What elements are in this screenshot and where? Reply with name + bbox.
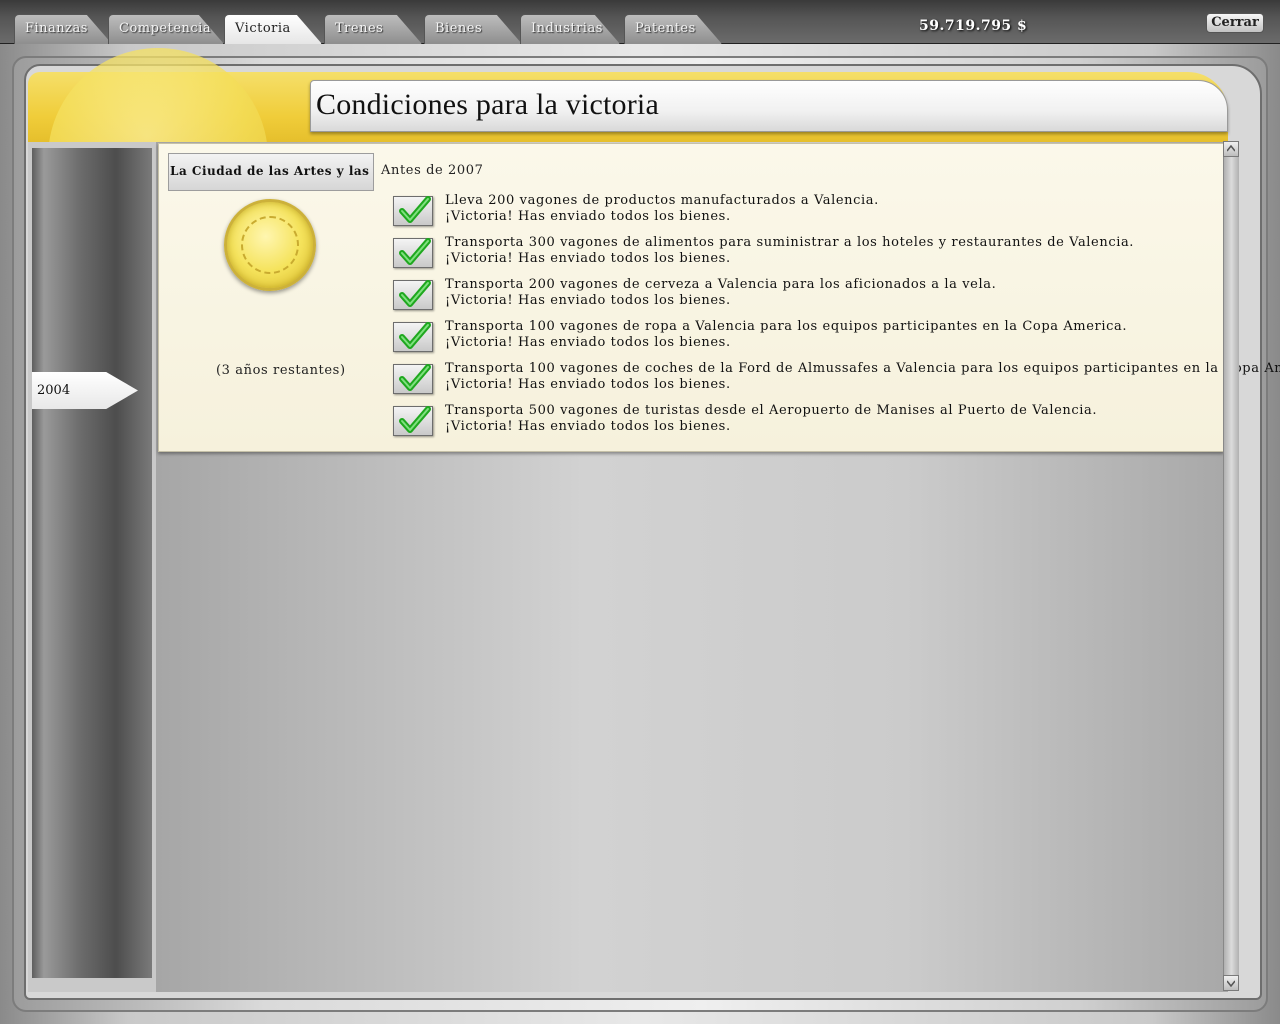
deadline-label: Antes de 2007: [381, 163, 484, 178]
timeline-track: [28, 142, 156, 992]
tab-finanzas[interactable]: Finanzas: [14, 14, 112, 44]
goal-task: Transporta 100 vagones de coches de la F…: [445, 361, 1280, 376]
tab-bienes[interactable]: Bienes: [424, 14, 522, 44]
tab-industrias[interactable]: Industrias: [520, 14, 620, 44]
goal-status: ¡Victoria! Has enviado todos los bienes.: [445, 419, 731, 434]
goal-item: Transporta 200 vagones de cerveza a Vale…: [393, 277, 1213, 319]
goal-status: ¡Victoria! Has enviado todos los bienes.: [445, 209, 731, 224]
check-icon: [399, 196, 431, 223]
medal-wreath: [241, 216, 299, 274]
goal-text: Lleva 200 vagones de productos manufactu…: [445, 193, 879, 225]
goal-text: Transporta 300 vagones de alimentos para…: [445, 235, 1134, 267]
goal-text: Transporta 100 vagones de coches de la F…: [445, 361, 1280, 393]
goal-checkbox: [393, 406, 433, 436]
check-icon: [399, 406, 431, 433]
scroll-down-button[interactable]: [1223, 975, 1239, 991]
goal-task: Transporta 500 vagones de turistas desde…: [445, 403, 1098, 418]
goal-task: Transporta 300 vagones de alimentos para…: [445, 235, 1135, 250]
check-icon: [399, 238, 431, 265]
money-balance: 59.719.795 $: [919, 18, 1028, 34]
goal-item: Transporta 500 vagones de turistas desde…: [393, 403, 1213, 445]
goal-item: Transporta 100 vagones de ropa a Valenci…: [393, 319, 1213, 361]
tab-competencia[interactable]: Competencia: [108, 14, 224, 44]
scrollbar-track[interactable]: [1223, 157, 1239, 975]
goal-checkbox: [393, 238, 433, 268]
goal-checkbox: [393, 364, 433, 394]
goal-item: Lleva 200 vagones de productos manufactu…: [393, 193, 1213, 235]
top-bar: Finanzas Competencia Victoria Trenes Bie…: [0, 0, 1280, 44]
medal-icon: [224, 199, 316, 291]
goal-status: ¡Victoria! Has enviado todos los bienes.: [445, 335, 731, 350]
goal-text: Transporta 200 vagones de cerveza a Vale…: [445, 277, 996, 309]
goal-task: Transporta 100 vagones de ropa a Valenci…: [445, 319, 1128, 334]
goal-item: Transporta 300 vagones de alimentos para…: [393, 235, 1213, 277]
chevron-up-icon: [1227, 145, 1235, 152]
goal-status: ¡Victoria! Has enviado todos los bienes.: [445, 377, 731, 392]
goal-status: ¡Victoria! Has enviado todos los bienes.: [445, 251, 731, 266]
goal-checkbox: [393, 196, 433, 226]
check-icon: [399, 322, 431, 349]
goal-task: Lleva 200 vagones de productos manufactu…: [445, 193, 879, 208]
tab-trenes[interactable]: Trenes: [324, 14, 422, 44]
goal-text: Transporta 500 vagones de turistas desde…: [445, 403, 1097, 435]
goal-task: Transporta 200 vagones de cerveza a Vale…: [445, 277, 997, 292]
chevron-down-icon: [1227, 980, 1235, 987]
years-remaining: (3 años restantes): [216, 363, 346, 378]
goal-item: Transporta 100 vagones de coches de la F…: [393, 361, 1280, 403]
close-button[interactable]: Cerrar: [1206, 13, 1264, 33]
goal-checkbox: [393, 322, 433, 352]
goal-status: ¡Victoria! Has enviado todos los bienes.: [445, 293, 731, 308]
tab-patentes[interactable]: Patentes: [624, 14, 722, 44]
scenario-tab[interactable]: La Ciudad de las Artes y las Ciencias: [168, 153, 374, 191]
goal-text: Transporta 100 vagones de ropa a Valenci…: [445, 319, 1127, 351]
page-title: Condiciones para la victoria: [316, 88, 659, 121]
check-icon: [399, 280, 431, 307]
check-icon: [399, 364, 431, 391]
tab-victoria[interactable]: Victoria: [224, 14, 322, 44]
scroll-up-button[interactable]: [1223, 141, 1239, 157]
goal-checkbox: [393, 280, 433, 310]
